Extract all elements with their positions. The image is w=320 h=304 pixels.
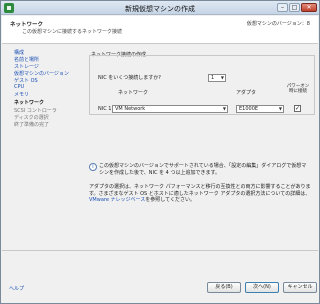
- column-network: ネットワーク: [118, 90, 149, 96]
- chevron-down-icon: ▼: [222, 106, 226, 111]
- step-memory[interactable]: メモリ: [14, 91, 29, 98]
- vm-version-label: 仮想マシンのバージョン：8: [246, 21, 310, 27]
- kb-link[interactable]: VMware ナレッジベース: [89, 197, 145, 203]
- column-connect-at-power-on: パワーオン時に接続: [286, 84, 310, 94]
- nic1-connect-checkbox[interactable]: ✓: [294, 105, 301, 112]
- info-note: この仮想マシンのバージョンでサポートされている場合、「設定の編集」ダイアログで仮…: [99, 163, 307, 176]
- next-button[interactable]: 次へ(N): [245, 282, 279, 293]
- page-subtitle: この仮想マシンに接続するネットワーク接続: [22, 29, 123, 35]
- content-area: ネットワーク接続の作成 NIC をいくつ接続しますか? 1 ▼ ネットワーク ア…: [83, 45, 317, 249]
- wizard-header: ネットワーク この仮想マシンに接続するネットワーク接続 仮想マシンのバージョン：…: [2, 16, 318, 44]
- close-button[interactable]: ✕: [301, 3, 317, 12]
- network-group: NIC をいくつ接続しますか? 1 ▼ ネットワーク アダプタ パワーオン時に接…: [89, 55, 315, 115]
- cancel-button[interactable]: キャンセル: [283, 282, 317, 293]
- step-name-location[interactable]: 名前と場所: [14, 56, 39, 63]
- info-icon: i: [89, 163, 97, 171]
- step-cpu[interactable]: CPU: [14, 84, 24, 90]
- nic-count-value: 1: [211, 75, 215, 81]
- footer-divider: [2, 250, 318, 251]
- column-adapter: アダプタ: [236, 90, 257, 96]
- adapter-help-text: アダプタの選択は、ネットワーク パフォーマンスと移行の互換性との両方に影響するこ…: [89, 184, 313, 204]
- title-bar: 新規仮想マシンの作成 – □ ✕: [1, 1, 319, 15]
- chevron-down-icon: ▼: [220, 75, 224, 80]
- minimize-button[interactable]: –: [277, 3, 288, 12]
- adapter-help-body: アダプタの選択は、ネットワーク パフォーマンスと移行の互換性との両方に影響するこ…: [89, 184, 311, 197]
- nic1-adapter-select[interactable]: E1000E ▼: [236, 105, 284, 113]
- page-title: ネットワーク: [10, 22, 44, 28]
- nic-count-select[interactable]: 1 ▼: [208, 74, 226, 82]
- step-config[interactable]: 構成: [14, 49, 24, 56]
- step-storage[interactable]: ストレージ: [14, 63, 39, 70]
- step-vm-version[interactable]: 仮想マシンのバージョン: [14, 70, 69, 77]
- nic-count-label: NIC をいくつ接続しますか?: [98, 75, 161, 81]
- step-network: ネットワーク: [14, 100, 45, 106]
- wizard-steps: 構成 名前と場所 ストレージ 仮想マシンのバージョン ゲスト OS CPU メモ…: [5, 47, 83, 247]
- adapter-help-tail: を参照してください。: [145, 197, 195, 203]
- help-link[interactable]: ヘルプ: [9, 285, 24, 292]
- nic1-network-select[interactable]: VM Network ▼: [112, 105, 228, 113]
- step-scsi: SCSI コントローラ: [14, 108, 57, 114]
- nic1-label: NIC 1:: [98, 106, 114, 112]
- step-finish: 終了準備の完了: [14, 122, 50, 128]
- chevron-down-icon: ▼: [278, 106, 282, 111]
- maximize-button[interactable]: □: [289, 3, 300, 12]
- dialog-window: 新規仮想マシンの作成 – □ ✕ ネットワーク この仮想マシンに接続するネットワ…: [0, 0, 320, 304]
- window-title: 新規仮想マシンの作成: [125, 5, 195, 13]
- nic1-adapter-value: E1000E: [239, 106, 259, 112]
- back-button[interactable]: 戻る(B): [207, 282, 241, 293]
- step-guest-os[interactable]: ゲスト OS: [14, 77, 38, 84]
- step-disk: ディスクの選択: [14, 115, 49, 121]
- nic1-network-value: VM Network: [115, 106, 146, 112]
